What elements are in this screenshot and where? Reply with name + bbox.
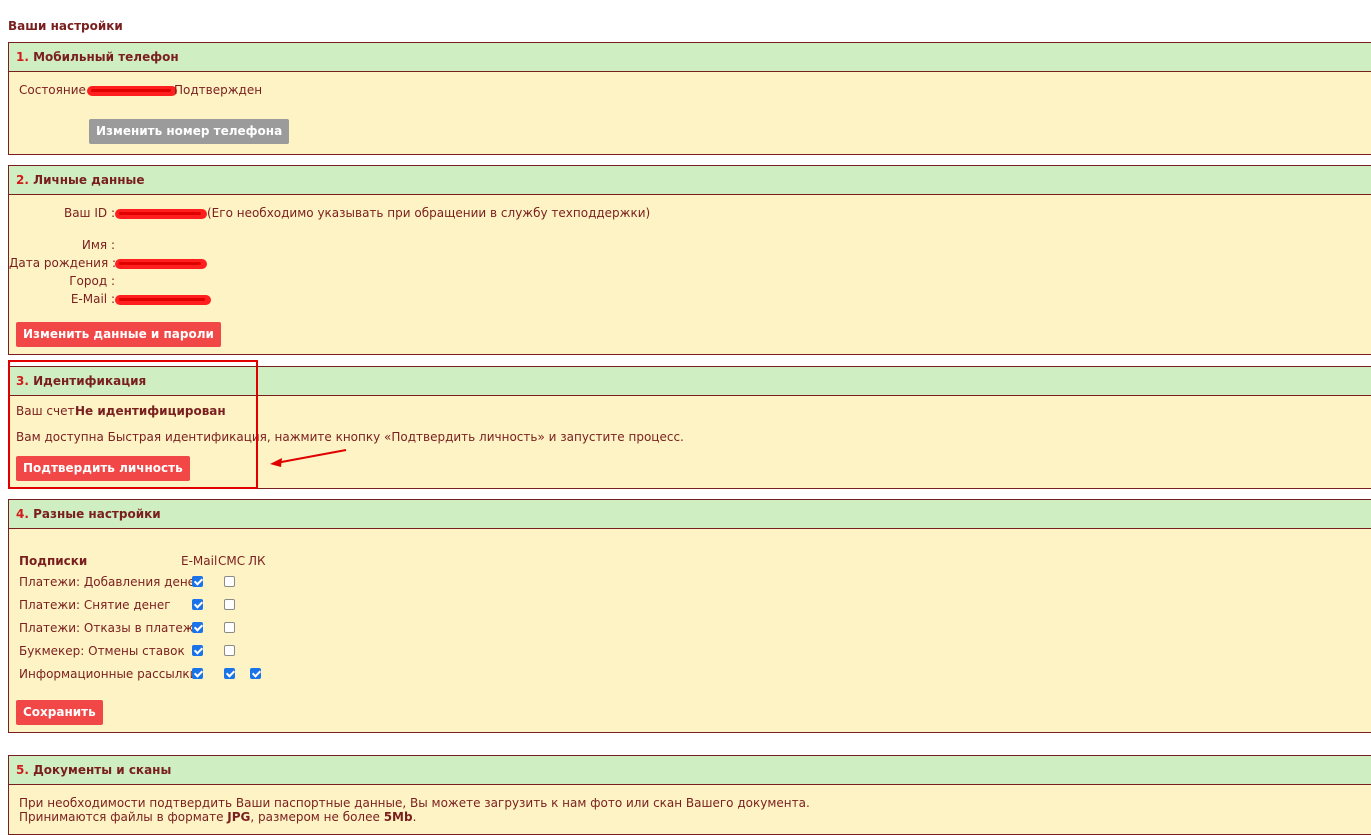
redacted-email [115, 295, 211, 305]
checkbox-email[interactable] [192, 622, 203, 633]
line2-text-e: . [412, 810, 417, 824]
column-sms: СМС [218, 554, 246, 568]
checkbox-sms[interactable] [224, 576, 235, 587]
change-phone-button[interactable]: Изменить номер телефона [89, 119, 290, 144]
redacted-phone [87, 86, 177, 96]
section-title: Документы и сканы [33, 763, 172, 777]
checkbox-lk[interactable] [250, 668, 261, 679]
checkbox-sms[interactable] [224, 645, 235, 656]
change-data-button[interactable]: Изменить данные и пароли [16, 322, 221, 347]
subscription-row-label: Платежи: Снятие денег [19, 598, 171, 612]
section-number: 3. [16, 374, 29, 388]
checkbox-sms[interactable] [224, 599, 235, 610]
checkbox-email[interactable] [192, 668, 203, 679]
checkbox-sms[interactable] [224, 668, 235, 679]
state-value: Подтвержден [174, 83, 263, 97]
confirm-identity-button[interactable]: Подтвердить личность [16, 456, 190, 481]
section-number: 4. [16, 507, 29, 521]
section-number: 2. [16, 173, 29, 187]
section-title: Разные настройки [33, 507, 161, 521]
subscription-row-label: Информационные рассылки [19, 667, 198, 681]
email-label: E-Mail : [70, 292, 115, 306]
annotation-arrow-icon [270, 449, 347, 467]
documents-info-line1: При необходимости подтвердить Ваши паспо… [19, 796, 810, 810]
subscriptions-header: Подписки [19, 554, 88, 568]
section-number: 5. [16, 763, 29, 777]
checkbox-sms[interactable] [224, 622, 235, 633]
identification-info: Вам доступна Быстрая идентификация, нажм… [16, 430, 684, 444]
section-title: Мобильный телефон [33, 50, 179, 64]
redacted-birth-date [115, 259, 207, 269]
section-personal-data: 2. Личные данные Ваш ID : (Его необходим… [8, 165, 1371, 355]
subscription-row-label: Букмекер: Отмены ставок [19, 644, 185, 658]
line2-text-a: Принимаются файлы в формате [19, 810, 228, 824]
section-header: 1. Мобильный телефон [9, 43, 1371, 72]
column-lk: ЛК [248, 554, 266, 568]
name-label: Имя : [81, 238, 115, 252]
subscription-row-label: Платежи: Добавления денег [19, 575, 202, 589]
size-limit: 5Mb [383, 810, 413, 824]
section-header: 5. Документы и сканы [9, 756, 1371, 785]
section-header: 3. Идентификация [9, 367, 1371, 396]
line2-text-c: , размером не более [250, 810, 384, 824]
city-label: Город : [69, 274, 115, 288]
section-header: 2. Личные данные [9, 166, 1371, 195]
id-note: (Его необходимо указывать при обращении … [207, 206, 651, 220]
section-identification: 3. Идентификация Ваш счет: Не идентифици… [8, 366, 1371, 489]
page-title: Ваши настройки [8, 19, 123, 33]
account-label: Ваш счет: [16, 404, 79, 418]
section-mobile-phone: 1. Мобильный телефон Состояние : Подтвер… [8, 42, 1371, 155]
account-status: Не идентифицирован [75, 404, 226, 418]
column-email: E-Mail [181, 554, 218, 568]
checkbox-email[interactable] [192, 576, 203, 587]
section-title: Идентификация [33, 374, 147, 388]
section-title: Личные данные [33, 173, 145, 187]
state-label: Состояние : [19, 83, 94, 97]
documents-info-line2: Принимаются файлы в формате JPG, размеро… [19, 810, 416, 824]
section-header: 4. Разные настройки [9, 500, 1371, 529]
section-number: 1. [16, 50, 29, 64]
subscription-row-label: Платежи: Отказы в платеже [19, 621, 201, 635]
save-button[interactable]: Сохранить [16, 700, 103, 725]
section-various-settings: 4. Разные настройки Подписки E-Mail СМС … [8, 499, 1371, 733]
birth-label: Дата рождения : [9, 256, 117, 270]
checkbox-email[interactable] [192, 645, 203, 656]
section-documents: 5. Документы и сканы При необходимости п… [8, 755, 1371, 835]
checkbox-email[interactable] [192, 599, 203, 610]
format-jpg: JPG [227, 810, 251, 824]
id-label: Ваш ID : [63, 206, 115, 220]
redacted-id [115, 209, 207, 219]
